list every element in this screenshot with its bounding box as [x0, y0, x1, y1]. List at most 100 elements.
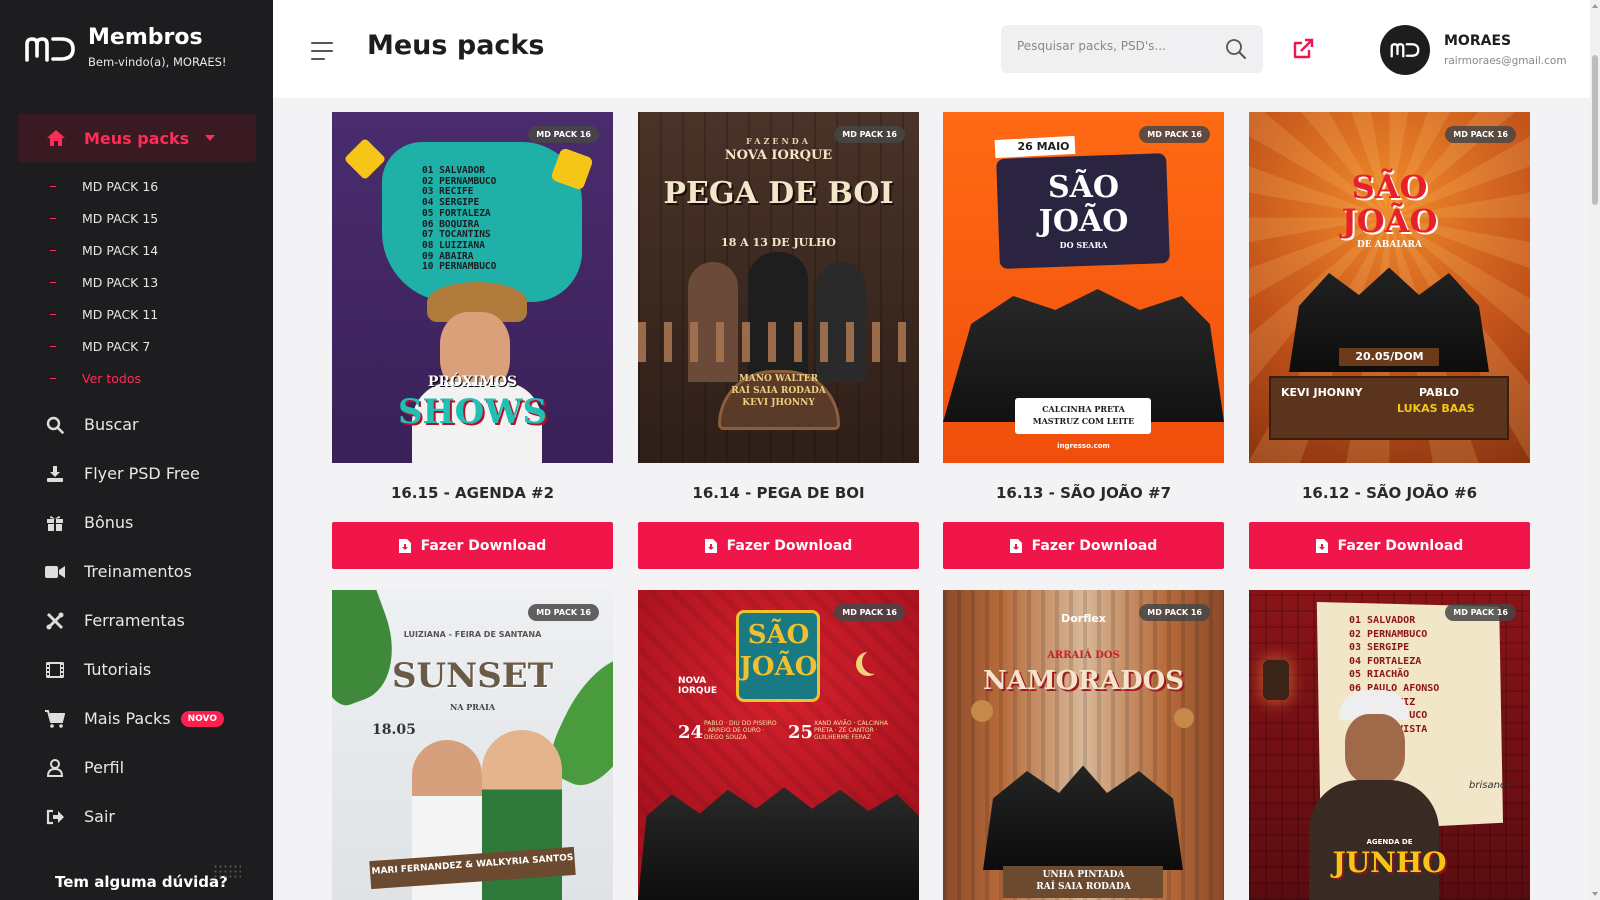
menu-mais-packs[interactable]: Mais Packs NOVO — [44, 694, 225, 743]
download-button[interactable]: Fazer Download — [332, 522, 613, 569]
menu-label: Ferramentas — [84, 611, 185, 630]
nav-meus-packs-label: Meus packs — [84, 128, 190, 148]
subnav-pack-15[interactable]: MD PACK 15 — [50, 202, 158, 234]
pack-thumbnail[interactable]: SÃO JOÃO NOVA IORQUE 24 PABLO · DIU DO P… — [638, 590, 919, 900]
search-box — [1001, 25, 1263, 73]
pack-tag: MD PACK 16 — [1445, 604, 1516, 621]
download-icon — [44, 463, 66, 485]
face-shape — [1345, 714, 1405, 784]
pack-card: SÃO JOÃO DE ABAIARA 20.05/DOM KEVI JHONN… — [1249, 112, 1530, 569]
subnav-label: MD PACK 13 — [82, 274, 159, 290]
pack-tag: MD PACK 16 — [528, 126, 599, 143]
poster-headline: SUNSET — [391, 656, 554, 696]
subnav-see-all[interactable]: Ver todos — [50, 362, 158, 394]
pack-thumbnail[interactable]: LUIZIANA - FEIRA DE SANTANA SUNSET NA PR… — [332, 590, 613, 900]
poster-date: 18 A 13 DE JULHO — [721, 236, 836, 249]
menu-perfil[interactable]: Perfil — [44, 743, 224, 792]
scroll-up-icon[interactable] — [1592, 4, 1598, 8]
menu-bonus[interactable]: Bônus — [44, 498, 224, 547]
brand[interactable]: Membros Bem-vindo(a), MORAES! — [24, 24, 227, 69]
pack-tag: MD PACK 16 — [1139, 126, 1210, 143]
download-label: Fazer Download — [1337, 537, 1464, 554]
dash-icon — [50, 185, 56, 187]
dash-icon — [50, 345, 56, 347]
scroll-down-icon[interactable] — [1592, 892, 1598, 896]
balloon-icon — [1174, 708, 1194, 728]
moon-icon — [862, 650, 886, 674]
see-all-label: Ver todos — [82, 370, 142, 386]
help-text[interactable]: Tem alguma dúvida? — [55, 873, 228, 891]
pack-thumbnail[interactable]: SÃO JOÃO DE ABAIARA 20.05/DOM KEVI JHONN… — [1249, 112, 1530, 463]
packs-submenu: MD PACK 16 MD PACK 15 MD PACK 14 MD PACK… — [50, 170, 158, 394]
menu-flyer-psd-free[interactable]: Flyer PSD Free — [44, 449, 224, 498]
nav-meus-packs[interactable]: Meus packs — [18, 114, 256, 162]
pack-tag: MD PACK 16 — [834, 126, 905, 143]
home-icon — [47, 130, 65, 146]
pack-thumbnail[interactable]: FAZENDA NOVA IORQUE PEGA DE BOI 18 A 13 … — [638, 112, 919, 463]
poster-line: 05 RIACHÃO — [1349, 669, 1410, 681]
poster-text: ingresso.com — [1057, 442, 1110, 450]
poster-headline: PEGA DE BOI — [663, 176, 894, 211]
subnav-pack-14[interactable]: MD PACK 14 — [50, 234, 158, 266]
download-button[interactable]: Fazer Download — [943, 522, 1224, 569]
pack-title: 16.12 - SÃO JOÃO #6 — [1301, 484, 1478, 502]
menu-tutoriais[interactable]: Tutoriais — [44, 645, 224, 694]
menu-label: Flyer PSD Free — [84, 464, 200, 483]
tools-icon — [44, 610, 66, 632]
menu-sair[interactable]: Sair — [44, 792, 224, 841]
pack-thumbnail[interactable]: Dorflex ARRAIÁ DOS NAMORADOS UNHA PINTAD… — [943, 590, 1224, 900]
external-link-icon[interactable] — [1292, 38, 1314, 60]
scrollbar[interactable] — [1590, 0, 1600, 900]
search-input[interactable] — [1017, 39, 1217, 53]
pack-card: Dorflex ARRAIÁ DOS NAMORADOS UNHA PINTAD… — [943, 590, 1224, 900]
avatar[interactable] — [1380, 25, 1430, 75]
pack-title: 16.14 - PEGA DE BOI — [692, 484, 865, 502]
download-label: Fazer Download — [420, 537, 547, 554]
subnav-pack-16[interactable]: MD PACK 16 — [50, 170, 158, 202]
pack-thumbnail[interactable]: 01 SALVADOR 02 PERNAMBUCO 03 SERGIPE 04 … — [1249, 590, 1530, 900]
poster-text: KEVI JHONNY — [1281, 386, 1363, 399]
pack-thumbnail[interactable]: 01 SALVADOR 02 PERNAMBUCO 03 RECIFE 04 S… — [332, 112, 613, 463]
brand-title: Membros — [88, 25, 203, 50]
main-menu: Buscar Flyer PSD Free Bônus Treinamentos… — [44, 400, 225, 841]
pack-title: 16.13 - SÃO JOÃO #7 — [995, 484, 1172, 502]
pack-card: LUIZIANA - FEIRA DE SANTANA SUNSET NA PR… — [332, 590, 613, 900]
subnav-pack-13[interactable]: MD PACK 13 — [50, 266, 158, 298]
pack-card: 26 MAIO 18H SÃO JOÃO DO SEARA CALCINHA P… — [943, 112, 1224, 569]
menu-buscar[interactable]: Buscar — [44, 400, 224, 449]
poster-text: CALCINHA PRETA — [1042, 404, 1125, 414]
poster-headline: JOÃO — [1341, 202, 1438, 240]
poster-date: 20.05/DOM — [1355, 350, 1424, 363]
download-button[interactable]: Fazer Download — [1249, 522, 1530, 569]
user-name[interactable]: MORAES — [1444, 33, 1511, 49]
poster-text: KEVI JHONNY — [742, 398, 815, 408]
menu-label: Buscar — [84, 415, 139, 434]
subnav-pack-7[interactable]: MD PACK 7 — [50, 330, 158, 362]
cart-icon — [44, 708, 66, 730]
poster-text: AGENDA DE — [1366, 838, 1413, 846]
search-icon[interactable] — [1225, 38, 1247, 60]
subnav-pack-11[interactable]: MD PACK 11 — [50, 298, 158, 330]
film-icon — [44, 659, 66, 681]
subnav-label: MD PACK 16 — [82, 178, 159, 194]
page-title: Meus packs — [367, 30, 545, 61]
dots-pattern — [213, 864, 241, 880]
menu-treinamentos[interactable]: Treinamentos — [44, 547, 224, 596]
sponsor-logo: brisanet — [1469, 780, 1510, 791]
md-logo-icon — [25, 37, 75, 62]
poster-headline: SÃO — [747, 620, 810, 650]
menu-label: Mais Packs — [84, 709, 171, 728]
dash-icon — [50, 377, 56, 379]
pack-card: 01 SALVADOR 02 PERNAMBUCO 03 SERGIPE 04 … — [1249, 590, 1530, 900]
user-icon — [44, 757, 66, 779]
pack-thumbnail[interactable]: 26 MAIO 18H SÃO JOÃO DO SEARA CALCINHA P… — [943, 112, 1224, 463]
poster-text: LUIZIANA - FEIRA DE SANTANA — [403, 630, 542, 639]
poster-text: RAÍ SAIA RODADA — [731, 386, 826, 396]
pack-card: SÃO JOÃO NOVA IORQUE 24 PABLO · DIU DO P… — [638, 590, 919, 900]
poster-text: LUKAS BAAS — [1397, 402, 1475, 415]
download-button[interactable]: Fazer Download — [638, 522, 919, 569]
scrollbar-thumb[interactable] — [1592, 55, 1598, 205]
file-download-icon — [704, 538, 717, 553]
hamburger-menu-icon[interactable] — [311, 42, 333, 66]
menu-ferramentas[interactable]: Ferramentas — [44, 596, 224, 645]
